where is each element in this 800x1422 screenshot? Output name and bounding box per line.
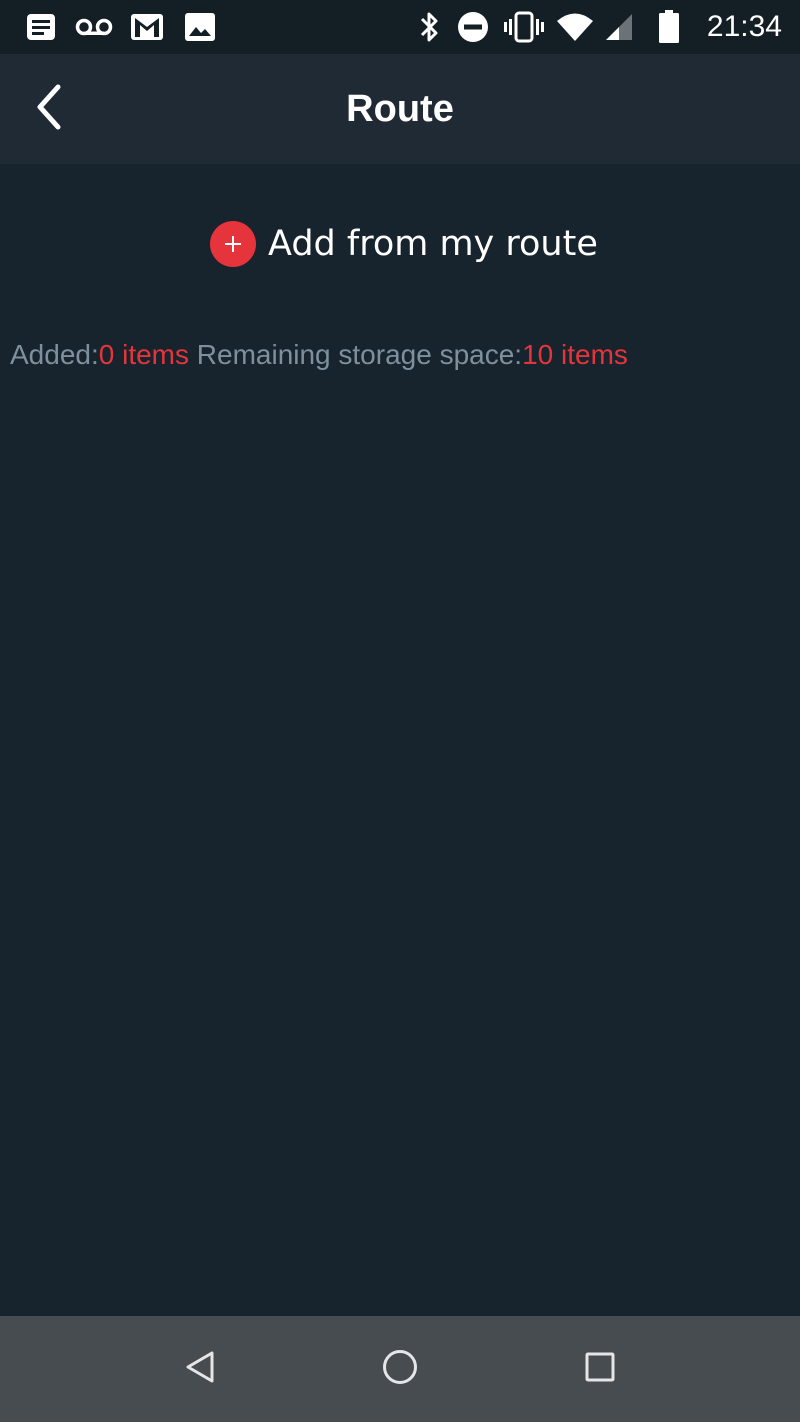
status-time: 21:34 [706,10,782,43]
do-not-disturb-icon [456,11,490,43]
image-icon [184,11,216,43]
app-bar: Route [0,54,800,164]
bluetooth-icon [416,11,442,43]
added-count: 0 items [98,339,189,370]
wifi-icon [556,11,594,43]
voicemail-icon [74,11,114,43]
battery-icon [656,10,682,43]
notes-icon [24,11,58,43]
nav-home-button[interactable] [375,1344,425,1394]
storage-info: Added:0 items Remaining storage space:10… [10,338,628,372]
add-from-route-label: Add from my route [268,224,598,264]
nav-back-button[interactable] [175,1344,225,1394]
nav-back-icon [182,1349,218,1390]
remaining-count: 10 items [522,339,628,370]
added-label: Added: [10,339,99,370]
system-nav-bar [0,1316,800,1422]
status-bar: 21:34 [0,0,800,54]
gmail-icon [130,11,164,43]
nav-recents-icon [584,1351,616,1388]
nav-home-icon [382,1349,418,1390]
page-title: Route [346,88,454,130]
main-content: Add from my route Added:0 items Remainin… [0,164,800,1316]
plus-circle-icon [210,221,256,267]
nav-recents-button[interactable] [575,1344,625,1394]
signal-icon [604,11,634,43]
vibrate-icon [504,11,544,43]
add-from-route-button[interactable]: Add from my route [210,216,598,272]
remaining-label: Remaining storage space: [189,339,523,370]
